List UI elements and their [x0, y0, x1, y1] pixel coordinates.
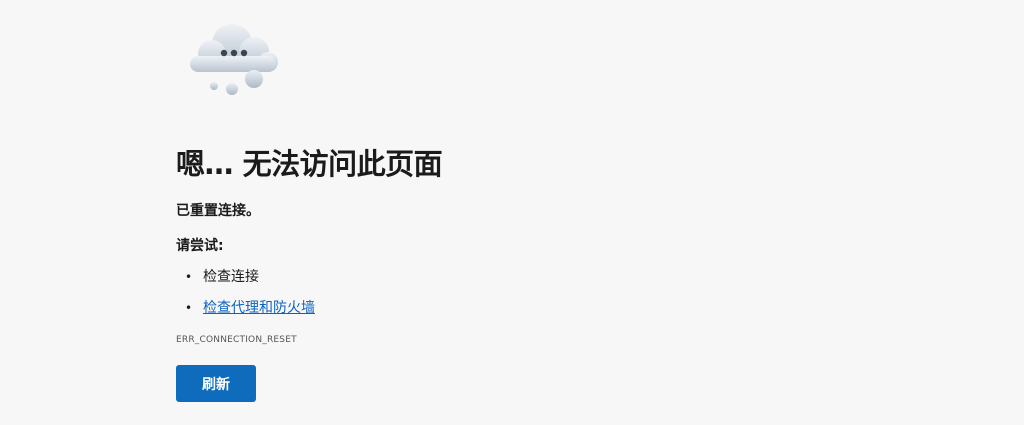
error-code: ERR_CONNECTION_RESET — [176, 335, 297, 345]
try-label: 请尝试: — [176, 238, 224, 254]
error-page: 嗯… 无法访问此页面 已重置连接。 请尝试: • 检查连接 • 检查代理和防火墙… — [0, 0, 1024, 425]
bullet-icon: • — [185, 301, 193, 315]
suggestion-check-proxy-firewall: • 检查代理和防火墙 — [176, 295, 315, 326]
refresh-button[interactable]: 刷新 — [176, 365, 256, 402]
suggestion-list: • 检查连接 • 检查代理和防火墙 — [176, 264, 315, 326]
thinking-cloud-icon — [190, 24, 278, 95]
error-description: 已重置连接。 — [176, 203, 260, 219]
suggestion-check-connection: • 检查连接 — [176, 264, 315, 295]
proxy-firewall-link[interactable]: 检查代理和防火墙 — [203, 300, 315, 316]
suggestion-label: 检查连接 — [203, 269, 259, 285]
page-title: 嗯… 无法访问此页面 — [176, 147, 443, 181]
bullet-icon: • — [185, 270, 193, 284]
